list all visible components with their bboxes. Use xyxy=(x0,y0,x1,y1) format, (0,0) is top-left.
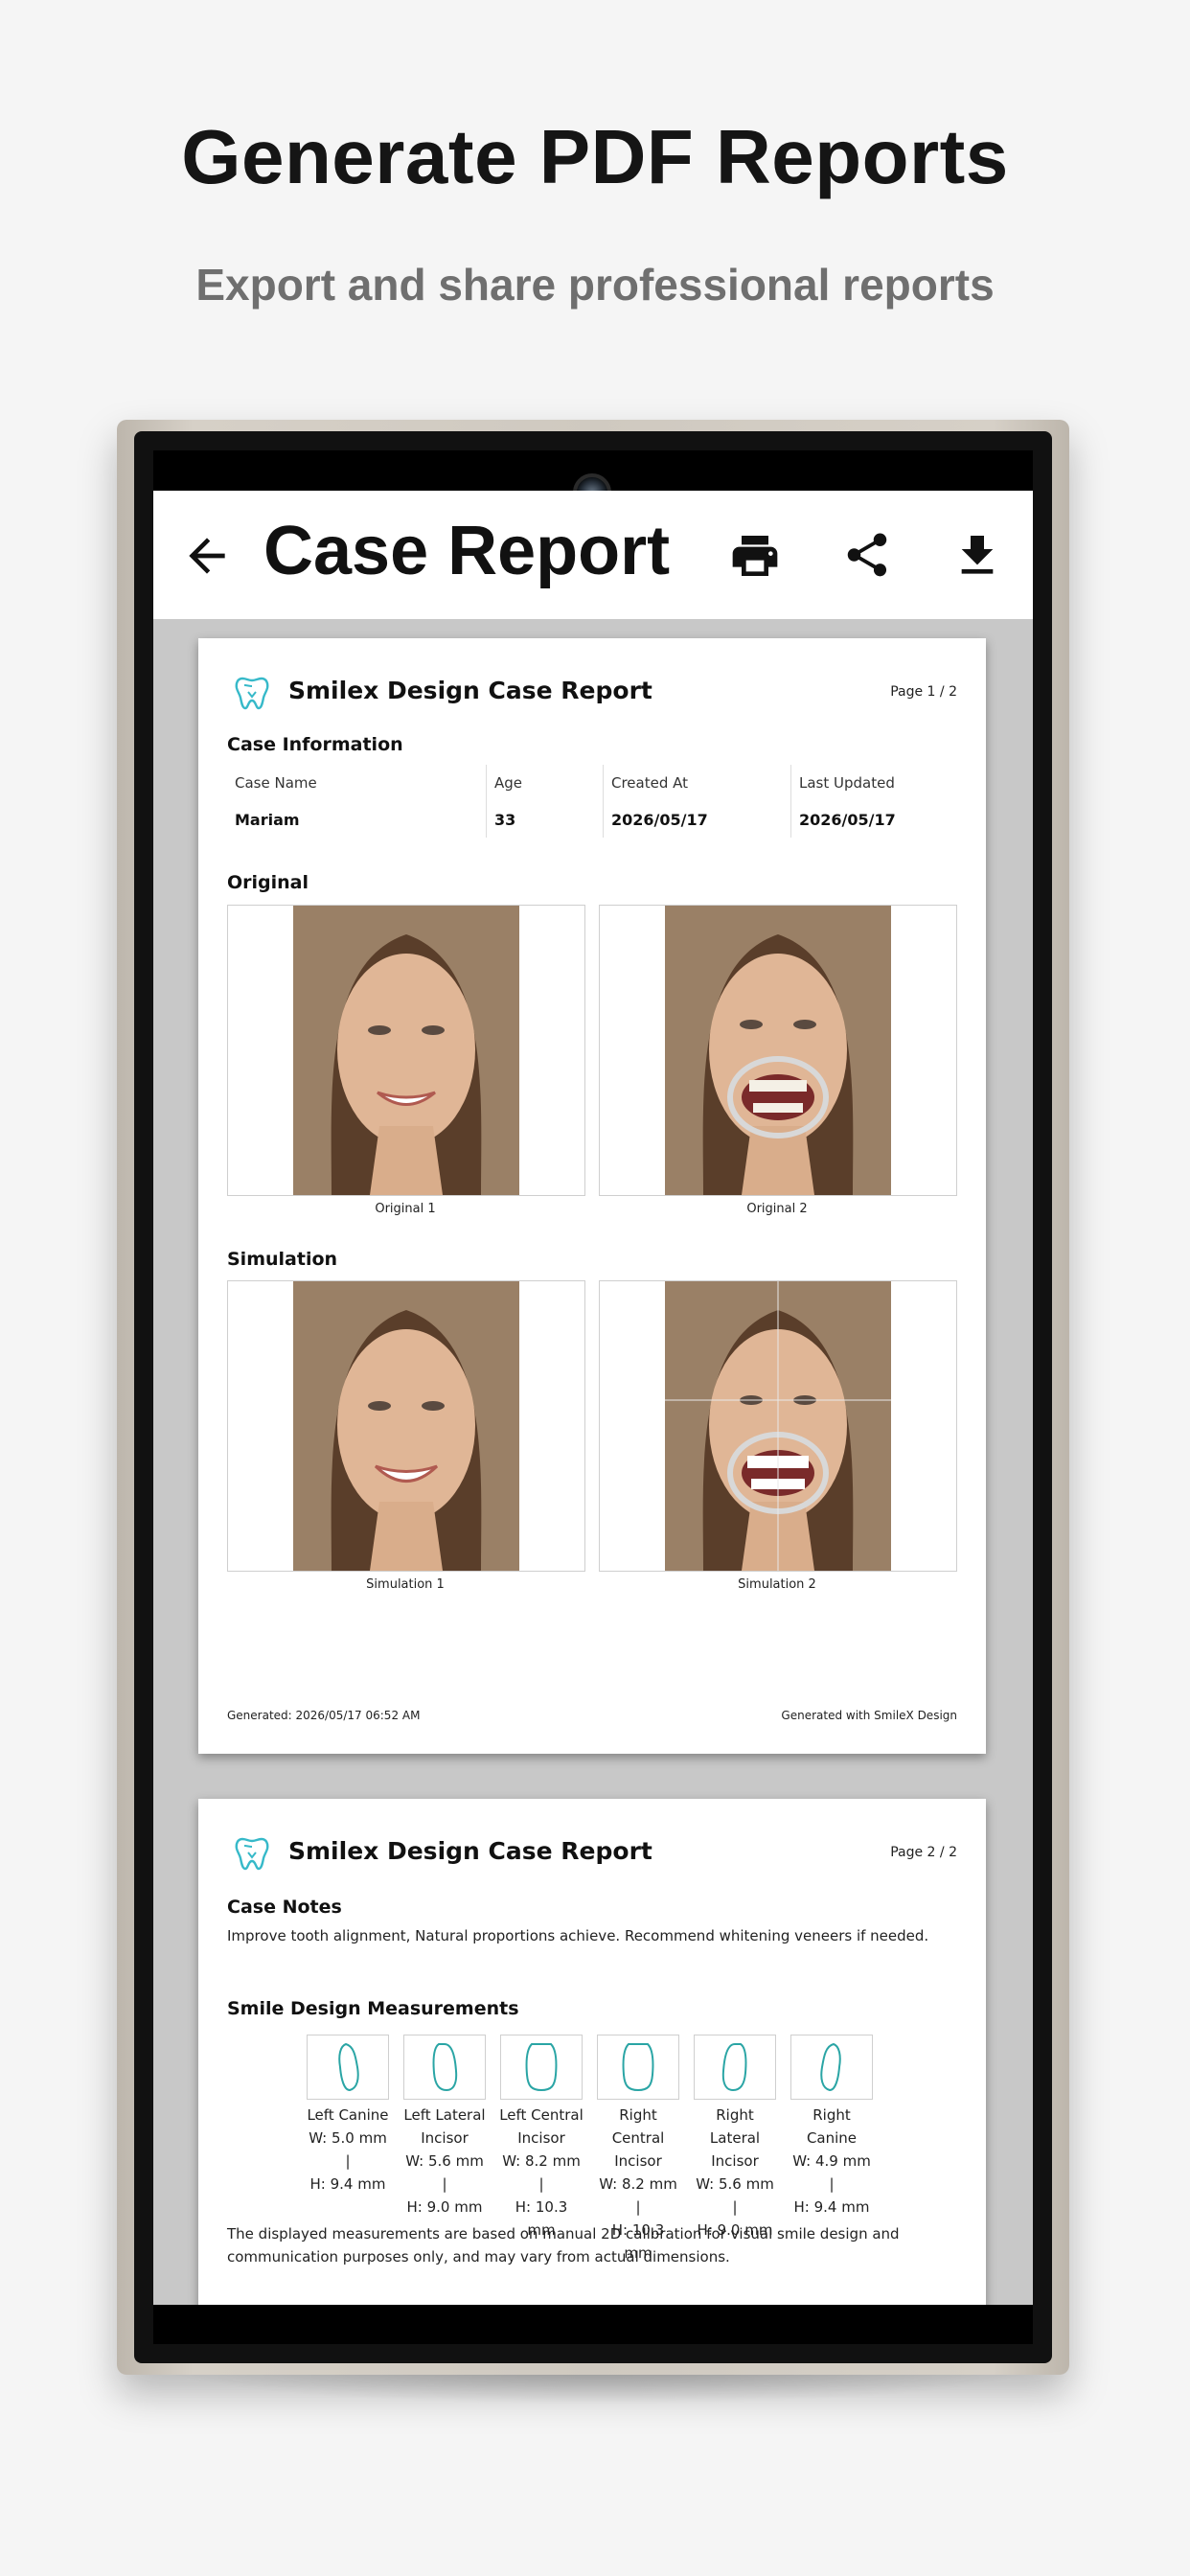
created-at-label: Created At xyxy=(611,774,689,792)
case-name-label: Case Name xyxy=(235,774,317,792)
tooth-logo-icon xyxy=(235,1837,269,1871)
generated-timestamp: Generated: 2026/05/17 06:52 AM xyxy=(227,1709,421,1722)
tooth-width: W: 8.2 mm | xyxy=(502,2152,581,2193)
original-caption-2: Original 2 xyxy=(746,1202,808,1216)
generated-with: Generated with SmileX Design xyxy=(781,1709,957,1722)
tooth-outline-box xyxy=(694,2035,776,2100)
case-notes-text: Improve tooth alignment, Natural proport… xyxy=(227,1927,929,1944)
tooth-label: Right Lateral Incisor xyxy=(709,2106,761,2170)
app-bar: Case Report xyxy=(153,491,1033,619)
share-icon[interactable] xyxy=(841,529,893,581)
promo-subheadline: Export and share professional reports xyxy=(195,260,995,310)
tooth-width: W: 5.6 mm | xyxy=(696,2175,774,2216)
download-icon[interactable] xyxy=(950,529,1004,583)
tooth-right-lateral-incisor: Right Lateral Incisor W: 5.6 mm | H: 9.0… xyxy=(693,2035,777,2242)
case-info-table: Case Name Mariam Age 33 Created At 2026/… xyxy=(227,765,957,838)
tooth-outline-icon xyxy=(525,2043,558,2092)
tooth-outline-box xyxy=(500,2035,583,2100)
tooth-outline-box xyxy=(597,2035,679,2100)
case-notes-heading: Case Notes xyxy=(227,1897,342,1918)
age-cell: Age 33 xyxy=(486,765,604,838)
original-caption-1: Original 1 xyxy=(375,1202,436,1216)
tooth-height: H: 9.4 mm xyxy=(793,2198,870,2216)
tooth-outline-icon xyxy=(820,2042,841,2092)
tooth-width: W: 5.0 mm | xyxy=(309,2129,387,2170)
simulation-heading: Simulation xyxy=(227,1249,338,1270)
last-updated-cell: Last Updated 2026/05/17 xyxy=(790,765,958,838)
report-title: Smilex Design Case Report xyxy=(288,677,652,704)
simulation-caption-2: Simulation 2 xyxy=(738,1577,816,1592)
tooth-outline-icon xyxy=(622,2043,654,2092)
tooth-label: Left Canine xyxy=(307,2106,389,2124)
tooth-width: W: 5.6 mm | xyxy=(405,2152,484,2193)
original-heading: Original xyxy=(227,872,309,893)
case-name-cell: Case Name Mariam xyxy=(227,765,486,838)
tooth-outline-box xyxy=(403,2035,486,2100)
case-name-value: Mariam xyxy=(235,811,300,829)
page-number: Page 2 / 2 xyxy=(890,1845,957,1860)
measurement-disclaimer: The displayed measurements are based on … xyxy=(227,2225,900,2266)
case-info-heading: Case Information xyxy=(227,734,403,755)
page-title: Case Report xyxy=(263,513,671,589)
tooth-label: Right Canine xyxy=(806,2106,858,2147)
tooth-right-canine: Right Canine W: 4.9 mm | H: 9.4 mm xyxy=(790,2035,874,2219)
tooth-outline-icon xyxy=(432,2043,458,2092)
tooth-logo-icon xyxy=(235,677,269,710)
simulation-photo-1 xyxy=(227,1280,585,1572)
tooth-outline-icon xyxy=(721,2043,747,2092)
tooth-left-canine: Left Canine W: 5.0 mm | H: 9.4 mm xyxy=(306,2035,390,2196)
simulation-photo-2 xyxy=(599,1280,957,1572)
report-title: Smilex Design Case Report xyxy=(288,1837,652,1865)
tooth-width: W: 4.9 mm | xyxy=(792,2152,871,2193)
tooth-outline-icon xyxy=(338,2042,359,2092)
tooth-height: H: 9.0 mm xyxy=(406,2198,483,2216)
original-photo-2 xyxy=(599,905,957,1196)
tooth-outline-box xyxy=(307,2035,389,2100)
print-icon[interactable] xyxy=(728,529,782,583)
phone-screen: Case Report Smilex Design Case Report Pa… xyxy=(153,450,1033,2344)
pdf-page-1: Smilex Design Case Report Page 1 / 2 Cas… xyxy=(198,638,986,1754)
last-updated-value: 2026/05/17 xyxy=(799,811,896,829)
tooth-label: Left Lateral Incisor xyxy=(403,2106,486,2147)
tooth-width: W: 8.2 mm | xyxy=(599,2175,677,2216)
tooth-left-lateral-incisor: Left Lateral Incisor W: 5.6 mm | H: 9.0 … xyxy=(402,2035,487,2219)
age-label: Age xyxy=(494,774,523,792)
measurements-heading: Smile Design Measurements xyxy=(227,1998,519,2019)
promo-headline: Generate PDF Reports xyxy=(181,114,1009,199)
tooth-left-central-incisor: Left Central Incisor W: 8.2 mm | H: 10.3… xyxy=(499,2035,584,2242)
tooth-label: Right Central Incisor xyxy=(611,2106,665,2170)
tooth-outline-box xyxy=(790,2035,873,2100)
last-updated-label: Last Updated xyxy=(799,774,895,792)
pdf-page-2: Smilex Design Case Report Page 2 / 2 Cas… xyxy=(198,1799,986,2344)
page-number: Page 1 / 2 xyxy=(890,684,957,700)
tooth-label: Left Central Incisor xyxy=(499,2106,584,2147)
arrow-left-icon[interactable] xyxy=(180,529,234,583)
created-at-value: 2026/05/17 xyxy=(611,811,708,829)
age-value: 33 xyxy=(494,811,516,829)
created-at-cell: Created At 2026/05/17 xyxy=(603,765,791,838)
original-photo-1 xyxy=(227,905,585,1196)
simulation-caption-1: Simulation 1 xyxy=(366,1577,445,1592)
tooth-height: H: 9.4 mm xyxy=(309,2175,386,2193)
navigation-bar xyxy=(153,2305,1033,2344)
